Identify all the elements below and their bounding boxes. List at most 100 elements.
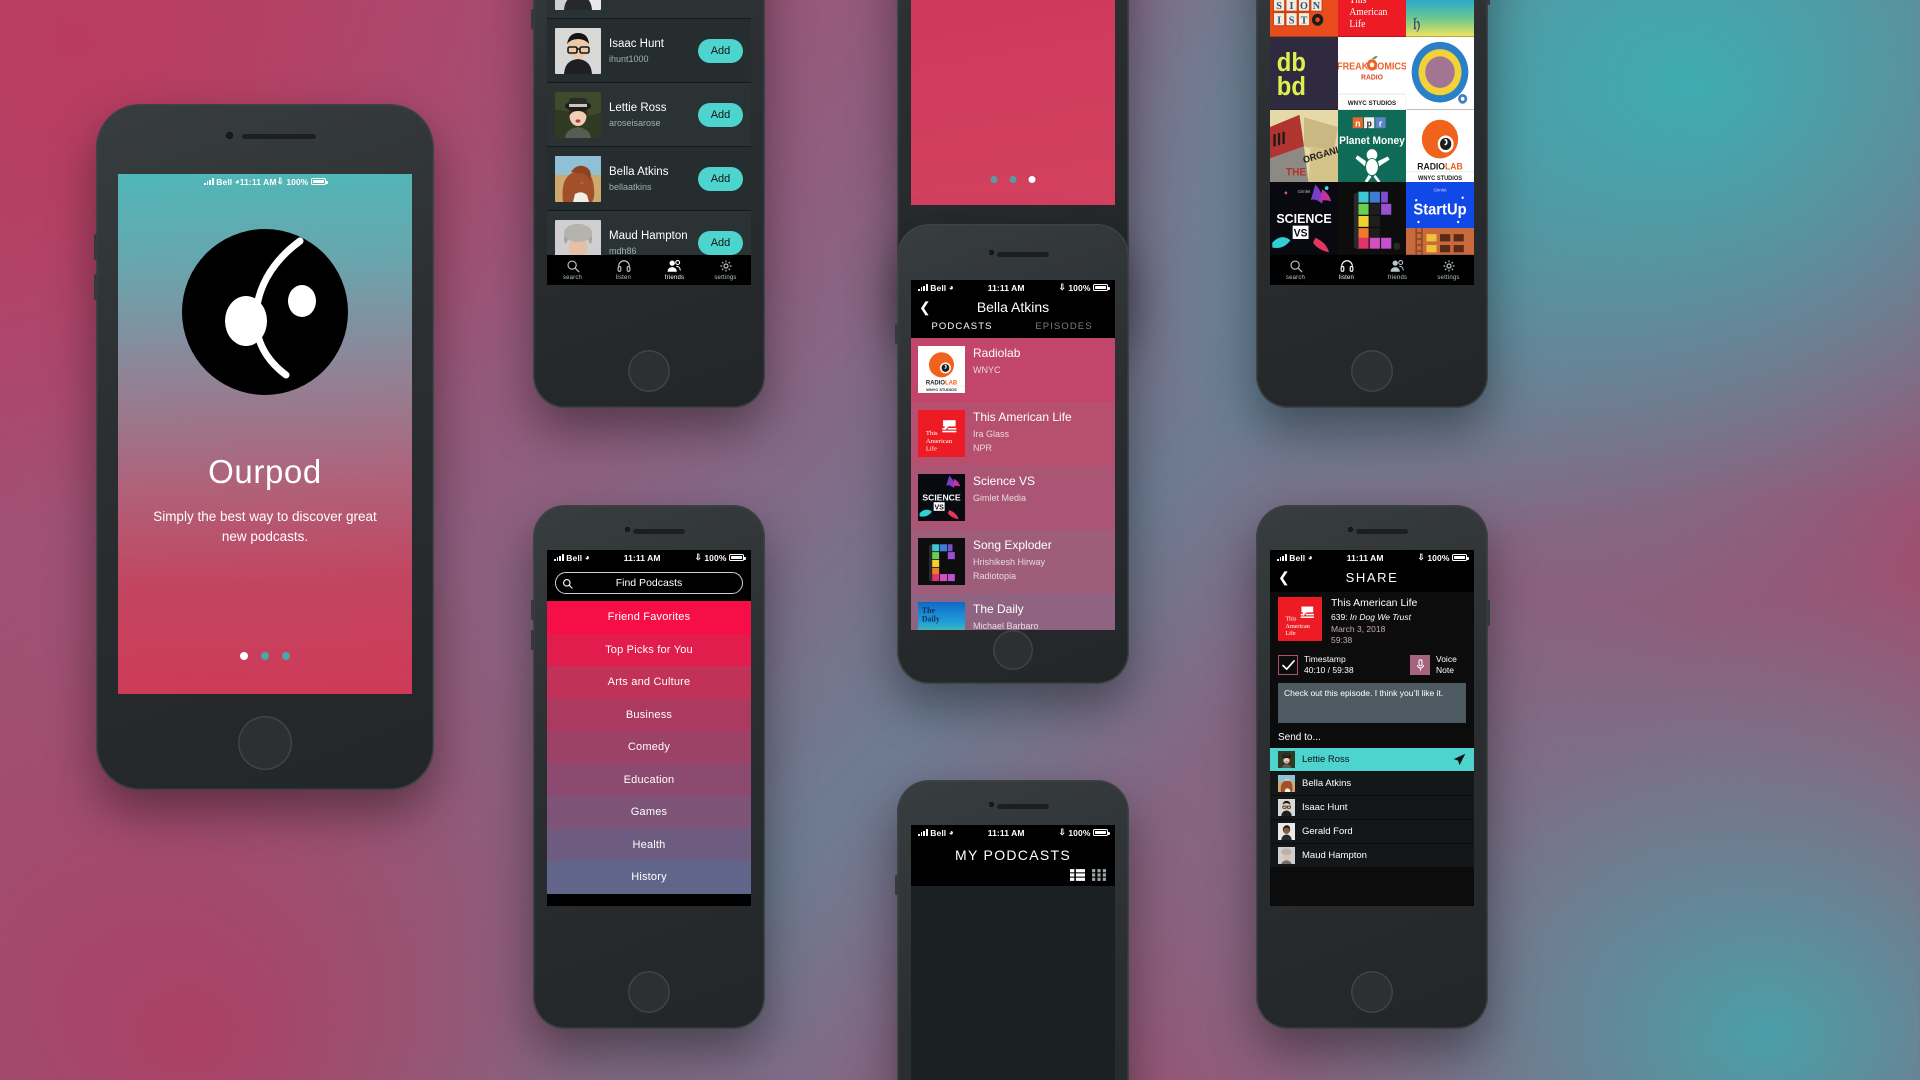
- podcast-tile[interactable]: n p r Planet Money: [1338, 109, 1406, 183]
- add-friend-button[interactable]: Add: [698, 102, 743, 127]
- recipient-row[interactable]: Maud Hampton: [1270, 843, 1474, 868]
- list-item[interactable]: TheDaily𝔥 The Daily Michael Barbaro The …: [911, 594, 1115, 630]
- message-input[interactable]: Check out this episode. I think you’ll l…: [1278, 682, 1466, 723]
- list-item[interactable]: Maud Hampton mdh86 Add: [547, 211, 751, 255]
- recipient-row[interactable]: Lettie Ross: [1270, 747, 1474, 772]
- page-dot-2[interactable]: [261, 652, 269, 660]
- tab-friends[interactable]: friends: [1372, 255, 1423, 285]
- home-button[interactable]: [1351, 350, 1393, 392]
- podcast-list-body[interactable]: [911, 886, 1115, 1080]
- recipient-row[interactable]: Bella Atkins: [1270, 771, 1474, 796]
- grid-view-icon[interactable]: [1092, 869, 1106, 881]
- search-bar[interactable]: Find Podcasts: [547, 565, 751, 601]
- podcast-tile[interactable]: THE ORGANIST: [1270, 109, 1338, 183]
- tab-search[interactable]: search: [1270, 255, 1321, 285]
- page-dot-2[interactable]: [1009, 176, 1017, 183]
- battery-percent: 100%: [704, 552, 727, 563]
- back-button[interactable]: ❮: [1278, 569, 1290, 586]
- tab-bar[interactable]: search listen friends settings: [547, 255, 751, 285]
- podcast-tile[interactable]: FREAK NOMICS RADIO WNYC STUDIOS: [1338, 36, 1406, 110]
- podcast-tile[interactable]: RADIOLAB WNYC STUDIOS: [1406, 109, 1474, 183]
- add-friend-button[interactable]: Add: [698, 230, 743, 255]
- podcast-grid[interactable]: T H E A L L U S I O N I S: [1270, 0, 1474, 255]
- podcast-tile[interactable]: Gimlet StartUp: [1406, 182, 1474, 255]
- list-item[interactable]: RADIOLAB WNYC STUDIOS Radiolab WNYC: [911, 338, 1115, 402]
- tab-friends[interactable]: friends: [649, 255, 700, 285]
- podcast-tile[interactable]: T H E A L L U S I O N I S: [1270, 0, 1338, 37]
- list-view-icon[interactable]: [1070, 869, 1085, 881]
- power-button[interactable]: [1487, 600, 1490, 626]
- page-indicator[interactable]: [240, 652, 290, 660]
- power-button[interactable]: [1487, 0, 1490, 5]
- search-input[interactable]: Find Podcasts: [555, 572, 743, 594]
- category-list[interactable]: Friend Favorites Top Picks for You Arts …: [547, 601, 751, 906]
- volume-up-button[interactable]: [895, 875, 898, 895]
- volume-down-button[interactable]: [94, 274, 97, 300]
- volume-up-button[interactable]: [895, 324, 898, 344]
- category-comedy[interactable]: Comedy: [547, 731, 751, 764]
- list-item[interactable]: Lettie Ross aroseisarose Add: [547, 83, 751, 147]
- timestamp-value: 40:10 / 59:38: [1304, 665, 1354, 676]
- share-options[interactable]: Timestamp 40:10 / 59:38 Voice Note: [1270, 652, 1474, 683]
- podcast-tile[interactable]: [1406, 36, 1474, 110]
- podcast-tile[interactable]: SCIENCE VS Gimlet: [1270, 182, 1338, 255]
- tab-listen[interactable]: listen: [1321, 255, 1372, 285]
- profile-tabs[interactable]: PODCASTS EPISODES: [911, 318, 1115, 338]
- add-friend-button[interactable]: Add: [698, 166, 743, 191]
- list-item[interactable]: Gerald Ford gford91 Add: [547, 0, 751, 19]
- home-button[interactable]: [238, 716, 292, 770]
- volume-down-button[interactable]: [531, 9, 534, 29]
- add-friend-button[interactable]: Add: [698, 38, 743, 63]
- page-dot-1[interactable]: [240, 652, 248, 660]
- podcast-tile[interactable]: This American Life: [1338, 0, 1406, 37]
- category-history[interactable]: History: [547, 861, 751, 894]
- recipient-row[interactable]: Isaac Hunt: [1270, 795, 1474, 820]
- list-item[interactable]: Song Exploder Hrishikesh Hirway Radiotop…: [911, 530, 1115, 594]
- tab-podcasts[interactable]: PODCASTS: [911, 318, 1013, 338]
- home-button[interactable]: [993, 630, 1033, 670]
- podcast-tile[interactable]: TheDaily 𝔥: [1406, 0, 1474, 37]
- volume-down-button[interactable]: [531, 630, 534, 650]
- tal-artwork: ThisAmericanLife: [1278, 597, 1322, 641]
- view-toggle[interactable]: [911, 863, 1115, 884]
- category-top-picks[interactable]: Top Picks for You: [547, 633, 751, 666]
- home-button[interactable]: [1351, 971, 1393, 1013]
- friends-list[interactable]: Gerald Ford gford91 Add Isaac Hunt ihunt…: [547, 0, 751, 255]
- tab-bar[interactable]: search listen friends settings: [1270, 255, 1474, 285]
- page-dot-1[interactable]: [990, 176, 998, 183]
- list-item[interactable]: Bella Atkins bellaatkins Add: [547, 147, 751, 211]
- tab-search[interactable]: search: [547, 255, 598, 285]
- list-item[interactable]: This American Life This American Life Ira …: [911, 402, 1115, 466]
- podcast-tile[interactable]: [1338, 182, 1406, 255]
- page-indicator[interactable]: [990, 176, 1036, 183]
- category-games[interactable]: Games: [547, 796, 751, 829]
- list-item[interactable]: SCIENCE VS Science VS Gimlet Media: [911, 466, 1115, 530]
- volume-up-button[interactable]: [94, 234, 97, 260]
- list-item[interactable]: Isaac Hunt ihunt1000 Add: [547, 19, 751, 83]
- category-arts-and-culture[interactable]: Arts and Culture: [547, 666, 751, 699]
- tab-settings[interactable]: settings: [1423, 255, 1474, 285]
- category-health[interactable]: Health: [547, 828, 751, 861]
- podcast-list[interactable]: RADIOLAB WNYC STUDIOS Radiolab WNYC This A…: [911, 338, 1115, 630]
- page-dot-3[interactable]: [1028, 176, 1036, 183]
- category-friend-favorites[interactable]: Friend Favorites: [547, 601, 751, 634]
- tab-episodes[interactable]: EPISODES: [1013, 318, 1115, 338]
- recipient-list[interactable]: Lettie Ross Bella Atkins Isaac Hunt Gera…: [1270, 747, 1474, 868]
- page-dot-3[interactable]: [282, 652, 290, 660]
- paper-plane-icon[interactable]: [1453, 753, 1466, 766]
- recipient-row[interactable]: Gerald Ford: [1270, 819, 1474, 844]
- back-button[interactable]: ❮: [919, 299, 931, 316]
- home-button[interactable]: [628, 350, 670, 392]
- category-business[interactable]: Business: [547, 698, 751, 731]
- voice-note-button[interactable]: [1410, 655, 1430, 676]
- tab-settings[interactable]: settings: [700, 255, 751, 285]
- svg-text:WNYC STUDIOS: WNYC STUDIOS: [1348, 99, 1397, 106]
- podcast-tile[interactable]: db bd: [1270, 36, 1338, 110]
- tab-listen[interactable]: listen: [598, 255, 649, 285]
- volume-up-button[interactable]: [531, 600, 534, 620]
- timestamp-checkbox[interactable]: [1278, 655, 1298, 676]
- category-education[interactable]: Education: [547, 763, 751, 796]
- podcast-sub: Gimlet Media: [973, 493, 1027, 504]
- home-button[interactable]: [628, 971, 670, 1013]
- podcast-artwork: This American Life: [918, 410, 965, 457]
